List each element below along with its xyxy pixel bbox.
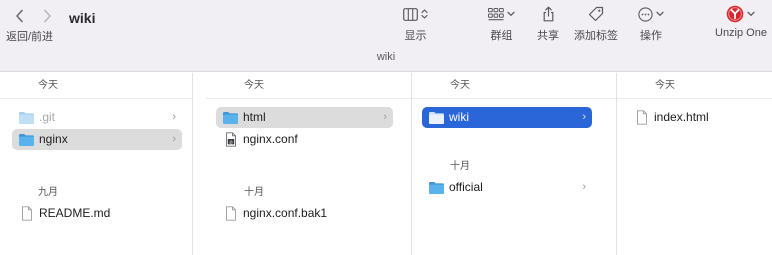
list-item-index-html[interactable]: index.html (627, 107, 767, 128)
more-actions-icon (638, 6, 653, 22)
add-tag-button[interactable]: 添加标签 (574, 4, 618, 43)
list-item-html[interactable]: html › (216, 107, 393, 128)
column-header: 今天 (206, 73, 411, 99)
forward-button[interactable] (37, 7, 57, 25)
chevron-right-icon (43, 9, 51, 23)
item-name: nginx.conf (243, 132, 298, 146)
columns-view-icon (403, 7, 418, 21)
chevron-right-icon: › (172, 133, 176, 145)
document-icon (633, 110, 650, 125)
folder-icon (428, 180, 445, 195)
group-button[interactable]: 群组 (488, 4, 515, 43)
item-name: html (243, 110, 266, 124)
add-tag-label: 添加标签 (574, 30, 618, 42)
back-button[interactable] (9, 7, 29, 25)
tag-icon (588, 6, 604, 22)
list-item-nginx-conf[interactable]: nginx.conf (216, 129, 393, 150)
column-header: 今天 (412, 73, 616, 99)
list-item-official[interactable]: official › (422, 177, 592, 198)
document-icon (222, 206, 239, 221)
folder-icon (18, 132, 35, 147)
folder-icon (222, 110, 239, 125)
unzip-one-icon (727, 5, 744, 23)
action-label: 操作 (640, 30, 662, 42)
chevron-right-icon: › (383, 111, 387, 123)
item-name: README.md (39, 206, 111, 220)
share-label: 共享 (537, 30, 559, 42)
item-name: nginx (39, 132, 68, 146)
column-3: 今天 wiki › 十月 official › (412, 73, 617, 255)
item-name: nginx.conf.bak1 (243, 206, 328, 220)
chevron-right-icon: › (582, 111, 586, 123)
group-label: 群组 (490, 30, 513, 42)
grid-group-icon (488, 7, 504, 20)
group-header: 十月 (450, 161, 470, 172)
item-name: .git (39, 110, 56, 124)
share-icon (543, 6, 553, 22)
unzip-one-label: Unzip One (715, 27, 767, 39)
list-item-nginx-conf-bak1[interactable]: nginx.conf.bak1 (216, 203, 393, 224)
nav-label: 返回/前进 (6, 31, 54, 43)
view-label: 显示 (404, 30, 427, 42)
item-name: wiki (449, 110, 469, 124)
folder-icon (428, 110, 445, 125)
list-item-readme[interactable]: README.md (12, 203, 182, 224)
column-header: 今天 (617, 73, 772, 99)
window-title: wiki (69, 10, 96, 26)
list-item-wiki[interactable]: wiki › (422, 107, 592, 128)
group-header: 九月 (38, 187, 58, 198)
chevron-right-icon: › (172, 111, 176, 123)
toolbar: 返回/前进 wiki 显示 群组 共享 添加标签 操作 Unzip One wi… (0, 0, 772, 72)
folder-icon (18, 110, 35, 125)
list-item-git[interactable]: .git › (12, 107, 182, 128)
chevron-down-icon (507, 11, 515, 16)
unzip-one-button[interactable]: Unzip One (715, 4, 767, 39)
item-name: official (449, 180, 483, 194)
group-header: 十月 (244, 187, 264, 198)
share-button[interactable]: 共享 (537, 4, 559, 43)
column-header: 今天 (0, 73, 192, 99)
action-button[interactable]: 操作 (638, 4, 664, 43)
chevron-left-icon (15, 9, 23, 23)
view-button[interactable]: 显示 (403, 4, 428, 43)
column-2: 今天 html › nginx.conf 十月 nginx.conf.bak1 (206, 73, 412, 255)
chevron-down-icon (656, 11, 664, 16)
column-4: 今天 index.html (617, 73, 772, 255)
path-label: wiki (376, 51, 396, 63)
column-browser: 今天 .git › nginx › 九月 README.md 今天 html ›… (0, 73, 772, 255)
updown-chevron-icon (421, 9, 428, 19)
item-name: index.html (654, 110, 709, 124)
chevron-right-icon: › (582, 181, 586, 193)
document-icon (18, 206, 35, 221)
chevron-down-icon (747, 11, 756, 16)
config-file-icon (222, 132, 239, 147)
column-1: 今天 .git › nginx › 九月 README.md (0, 73, 193, 255)
list-item-nginx[interactable]: nginx › (12, 129, 182, 150)
